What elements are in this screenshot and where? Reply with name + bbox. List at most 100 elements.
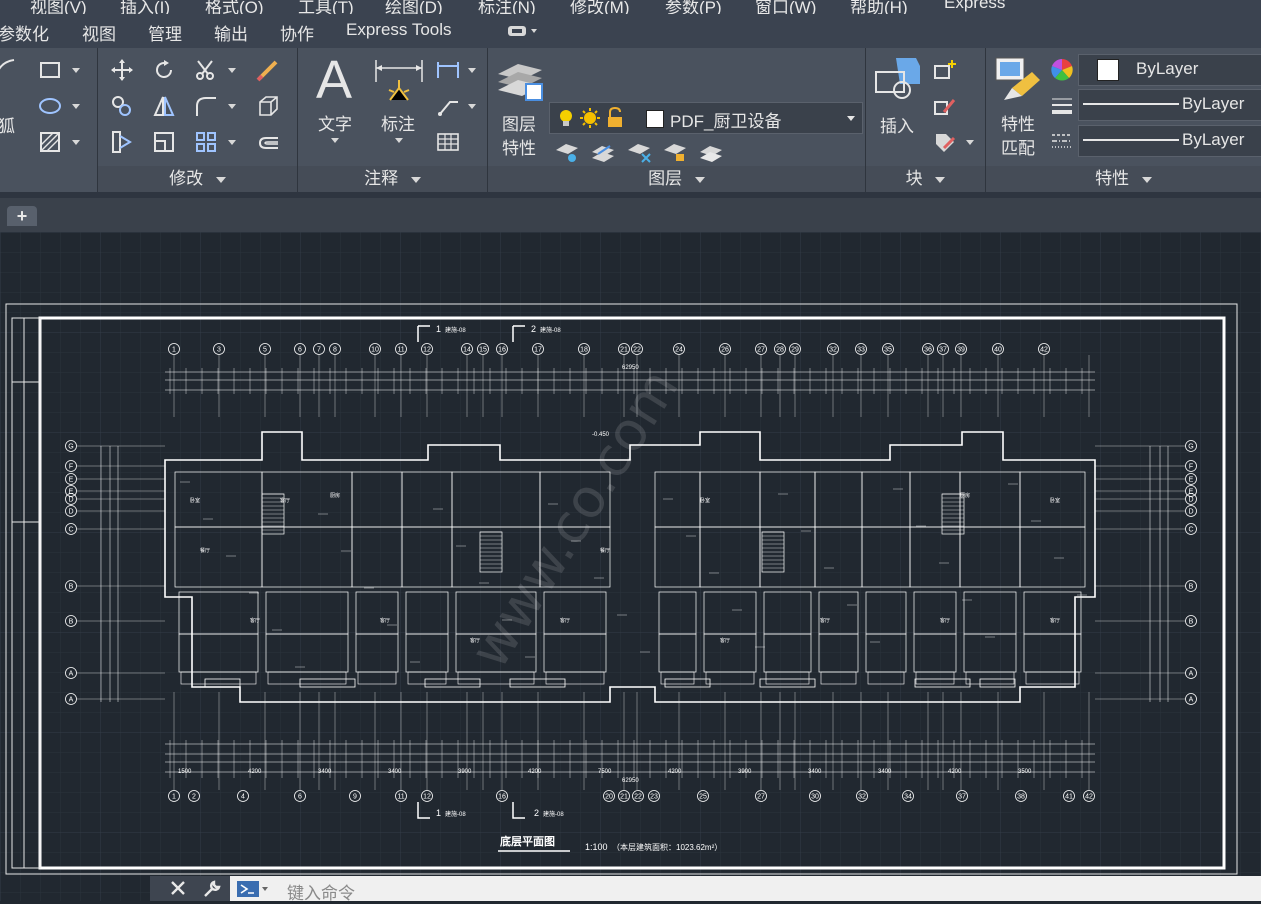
layer-properties-label-1[interactable]: 图层 [502,110,536,135]
bottom-axis-25: 25 [699,794,707,801]
bottom-axis-22: 22 [634,794,642,801]
hatch-dropdown[interactable] [72,140,80,145]
arc-icon[interactable] [0,56,18,80]
bottom-dim-3: 3400 [388,769,402,775]
tab-output[interactable]: 输出 [214,20,248,45]
linear-dim-icon[interactable] [436,58,460,82]
section-1-bottom-ref: 建施-08 [445,810,466,818]
new-drawing-tab-button[interactable]: + [7,206,37,226]
insert-block-label[interactable]: 插入 [880,112,914,137]
dimension-tool-label[interactable]: 标注 [381,110,415,135]
rectangle-dropdown[interactable] [72,68,80,73]
block-attributes-icon[interactable] [932,130,956,154]
properties-panel-expand-icon[interactable] [1141,176,1152,183]
top-axis-5: 5 [263,347,267,354]
right-axis-3: E [1189,489,1194,496]
top-axis-33: 33 [857,347,865,354]
hatch-icon[interactable] [38,130,62,154]
wrench-icon[interactable] [202,879,222,899]
command-input[interactable]: 键入命令 [230,876,1261,903]
text-tool-icon[interactable]: A [316,48,352,112]
menu-dimension[interactable]: 标注(N) [478,0,536,14]
create-block-icon[interactable] [932,58,956,82]
bottom-axis-12: 12 [423,794,431,801]
draw-arc-label[interactable]: 狐 [0,112,15,137]
section-2-top-ref: 建施-08 [540,326,561,334]
lineweight-dropdown[interactable]: ByLayer [1078,89,1261,121]
array-icon[interactable] [194,130,218,154]
ribbon-display-toggle-icon[interactable] [506,22,540,40]
block-panel-expand-icon[interactable] [935,176,946,183]
leader-icon[interactable] [436,94,460,118]
drawing-canvas[interactable]: 1 3 5 6 7 8 10 11 12 14 15 16 17 18 21 22 24 26 27 28 29 32 33… [0,232,1261,901]
match-properties-icon[interactable] [994,54,1044,106]
menu-format[interactable]: 格式(O) [205,0,264,14]
copy-icon[interactable] [110,94,134,118]
menu-draw[interactable]: 绘图(D) [385,0,443,14]
leader-dropdown[interactable] [468,104,476,109]
table-icon[interactable] [436,130,460,154]
menu-tools[interactable]: 工具(T) [298,0,354,14]
edit-block-icon[interactable] [932,94,956,118]
ellipse-icon[interactable] [38,94,62,118]
top-axis-10: 10 [371,347,379,354]
layer-properties-icon[interactable] [496,54,546,104]
stretch-icon[interactable] [110,130,134,154]
color-wheel-icon[interactable] [1050,58,1074,82]
solid-edit-icon[interactable] [256,94,280,118]
rotate-icon[interactable] [152,58,176,82]
move-icon[interactable] [110,58,134,82]
menu-parametric[interactable]: 参数(P) [665,0,722,14]
room-tag-0: 卧室 [190,497,200,504]
menu-window[interactable]: 窗口(W) [755,0,816,14]
bottom-axis-38: 38 [1017,794,1025,801]
offset-icon[interactable] [256,130,280,154]
erase-icon[interactable] [256,58,280,82]
annotation-panel-expand-icon[interactable] [410,176,421,183]
match-properties-label-1[interactable]: 特性 [1001,110,1035,135]
menu-insert[interactable]: 插入(I) [120,0,170,14]
color-dropdown[interactable]: ByLayer [1078,54,1261,86]
tab-express-tools[interactable]: Express Tools [346,20,452,40]
mirror-icon[interactable] [152,94,176,118]
linetype-dropdown[interactable]: ByLayer [1078,125,1261,157]
text-tool-label[interactable]: 文字 [318,110,352,135]
command-prompt-icon[interactable] [236,880,270,898]
menu-help[interactable]: 帮助(H) [850,0,908,14]
drawing-area-note: （本层建筑面积：1023.62m²） [612,842,722,852]
menu-modify[interactable]: 修改(M) [570,0,629,14]
insert-block-icon[interactable] [872,54,924,106]
fillet-icon[interactable] [194,94,218,118]
floor-plan-drawing[interactable]: 1 3 5 6 7 8 10 11 12 14 15 16 17 18 21 22 24 26 27 28 29 32 33… [0,232,1261,901]
linetype-icon[interactable] [1050,130,1074,154]
fillet-dropdown[interactable] [228,104,236,109]
layer-state-icons [560,106,622,128]
tab-manage[interactable]: 管理 [148,20,182,45]
dimension-tool-dropdown[interactable] [395,138,403,143]
top-axis-35: 35 [884,347,892,354]
layers-panel-expand-icon[interactable] [694,176,705,183]
tab-collaborate[interactable]: 协作 [280,20,314,45]
text-tool-dropdown[interactable] [331,138,339,143]
trim-dropdown[interactable] [228,68,236,73]
lineweight-icon[interactable] [1050,94,1074,118]
scale-icon[interactable] [152,130,176,154]
tab-parametric[interactable]: 参数化 [0,20,49,45]
rectangle-icon[interactable] [38,58,62,82]
ellipse-dropdown[interactable] [72,104,80,109]
menu-express[interactable]: Express [944,0,1005,13]
close-icon[interactable] [170,880,186,896]
trim-icon[interactable] [194,58,218,82]
block-attributes-dropdown[interactable] [966,140,974,145]
layer-dropdown[interactable]: PDF_厨卫设备 [549,102,863,134]
layer-properties-label-2[interactable]: 特性 [502,134,536,159]
dimension-tool-icon[interactable] [372,56,426,108]
layer-tools-row-1[interactable] [554,140,726,166]
modify-panel-expand-icon[interactable] [215,176,226,183]
match-properties-label-2[interactable]: 匹配 [1001,134,1035,159]
layer-dropdown-arrow[interactable] [847,116,855,121]
array-dropdown[interactable] [228,140,236,145]
menu-view[interactable]: 视图(V) [30,0,87,14]
tab-view[interactable]: 视图 [82,20,116,45]
linear-dim-dropdown[interactable] [468,68,476,73]
